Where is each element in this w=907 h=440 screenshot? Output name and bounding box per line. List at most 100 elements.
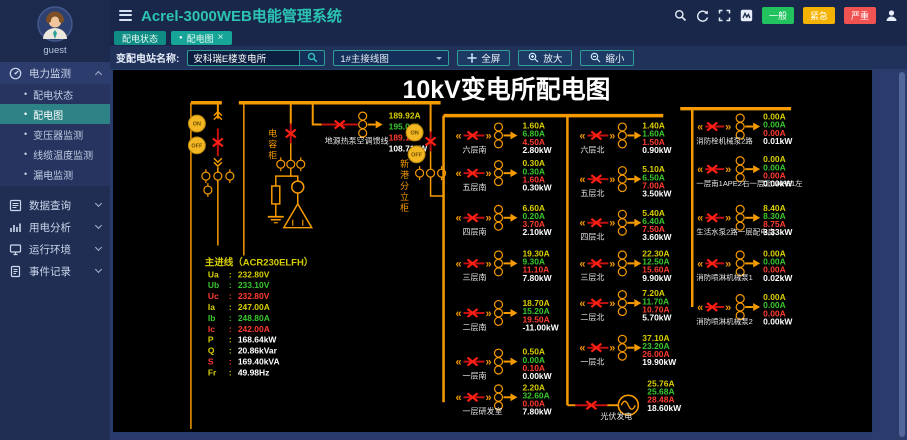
alarm-badge-critical[interactable]: 严重 <box>844 7 876 24</box>
svg-text:»: » <box>485 168 491 180</box>
svg-text:Uc: Uc <box>208 291 219 301</box>
sidebar-item-cable-temperature[interactable]: 线缆温度监测 <box>0 144 110 164</box>
sidebar-item-distribution-status[interactable]: 配电状态 <box>0 84 110 104</box>
svg-text::: : <box>229 302 232 312</box>
svg-text::: : <box>229 357 232 367</box>
svg-text:«: « <box>697 258 703 270</box>
svg-text:»: » <box>609 298 615 310</box>
collapsed-menu-groups: 数据查询 用电分析 运行环境 <box>0 194 110 282</box>
feeder-row: «»生活水泵2路一层配电房8.40A8.30A8.75A3.33kW <box>696 203 792 237</box>
notification-icon[interactable] <box>740 9 753 22</box>
fullscreen-button[interactable]: 全屏 <box>457 50 510 66</box>
content-column: Acrel-3000WEB电能管理系统 一般 紧急 严重 <box>110 0 907 440</box>
svg-text:OFF: OFF <box>191 143 203 149</box>
sidebar-item-data-query[interactable]: 数据查询 <box>0 194 110 216</box>
diagram-select[interactable]: 1#主接线图 <box>333 50 449 66</box>
tab-distribution-diagram[interactable]: ● 配电图 × <box>171 31 231 45</box>
sidebar-item-distribution-diagram[interactable]: 配电图 <box>0 104 110 124</box>
alarm-badge-urgent[interactable]: 紧急 <box>803 7 835 24</box>
svg-text::: : <box>229 335 232 345</box>
svg-text:0.01kW: 0.01kW <box>763 136 792 146</box>
feeder-row: «»一层南1APE2右一层北1APE1左0.00A0.00A0.00A0.00k… <box>696 154 803 188</box>
sidebar-item-transformer-monitor[interactable]: 变压器监测 <box>0 124 110 144</box>
hamburger-icon[interactable] <box>119 10 132 21</box>
user-icon[interactable] <box>885 9 898 22</box>
feeder-row: «»四层北5.40A6.40A7.50A3.60kW <box>579 208 671 242</box>
feeder-row: «»六层北1.40A1.60A1.50A0.90kW <box>579 121 671 155</box>
distribution-diagram[interactable]: 10kV变电所配电图ONOFF电容柜地源热泵空调馈线189.92A195.04A… <box>113 70 872 432</box>
svg-text:242.00A: 242.00A <box>238 324 270 334</box>
top-header: Acrel-3000WEB电能管理系统 一般 紧急 严重 <box>110 0 907 30</box>
fullscreen-icon[interactable] <box>718 9 731 22</box>
svg-text:-11.00kW: -11.00kW <box>522 322 558 332</box>
svg-text:五层北: 五层北 <box>580 189 604 198</box>
incoming-breaker: ON OFF <box>188 103 233 246</box>
expand-plus-icon <box>467 53 477 63</box>
svg-text:232.80V: 232.80V <box>238 269 270 279</box>
svg-text::: : <box>229 346 232 356</box>
sidebar-item-leakage-monitor[interactable]: 漏电监测 <box>0 164 110 184</box>
svg-text:»: » <box>725 164 731 176</box>
feeder-row: «»一层南0.50A0.00A0.10A0.00kW <box>455 347 551 381</box>
svg-text:«: « <box>579 258 585 270</box>
station-search-button[interactable] <box>299 50 325 66</box>
diagram-title: 10kV变电所配电图 <box>402 75 610 104</box>
svg-text:主进线（ACR230ELFH）: 主进线（ACR230ELFH） <box>205 256 313 268</box>
svg-text:0.90kW: 0.90kW <box>642 145 671 155</box>
station-name-label: 变配电站名称: <box>116 50 179 65</box>
sidebar-item-label: 数据查询 <box>29 198 71 213</box>
sidebar-item-event-log[interactable]: 事件记录 <box>0 260 110 282</box>
svg-text:Ub: Ub <box>208 280 219 290</box>
search-icon[interactable] <box>674 9 687 22</box>
svg-text:«: « <box>455 258 461 270</box>
svg-text:0.02kW: 0.02kW <box>763 273 792 283</box>
close-icon[interactable]: × <box>218 33 224 43</box>
svg-text:»: » <box>609 174 615 186</box>
feeder-row: «»四层南6.60A0.20A3.70A2.10kW <box>455 203 551 237</box>
svg-text:247.00A: 247.00A <box>238 302 270 312</box>
tab-distribution-status[interactable]: 配电状态 <box>114 31 166 45</box>
svg-text::: : <box>229 280 232 290</box>
svg-text:«: « <box>697 122 703 134</box>
svg-text:«: « <box>579 174 585 186</box>
active-dot-icon: ● <box>179 35 183 41</box>
svg-text:分: 分 <box>400 181 409 191</box>
chevron-up-icon <box>95 71 102 78</box>
svg-text:»: » <box>485 213 491 225</box>
zoom-in-button[interactable]: 放大 <box>518 50 572 66</box>
svg-text:六层南: 六层南 <box>463 144 487 154</box>
svg-text:233.10V: 233.10V <box>238 280 270 290</box>
refresh-icon[interactable] <box>696 9 709 22</box>
svg-text:柜: 柜 <box>268 149 277 160</box>
svg-text:立: 立 <box>400 191 409 202</box>
svg-text:Ia: Ia <box>208 302 215 312</box>
svg-text:»: » <box>485 258 491 270</box>
svg-text:49.98Hz: 49.98Hz <box>238 367 270 377</box>
scrollbar[interactable] <box>899 72 905 437</box>
svg-text:新: 新 <box>400 158 409 169</box>
svg-text:«: « <box>455 308 461 320</box>
chevron-down-icon <box>95 222 102 229</box>
diagram-select-value: 1#主接线图 <box>340 51 389 65</box>
capacitor-cabinet: 电容柜 <box>268 103 312 228</box>
svg-text:ON: ON <box>193 122 201 128</box>
svg-text:三层北: 三层北 <box>580 273 604 282</box>
svg-text:S: S <box>208 357 214 367</box>
alarm-badge-normal[interactable]: 一般 <box>762 7 794 24</box>
station-search-input[interactable] <box>187 50 299 66</box>
svg-text:«: « <box>579 298 585 310</box>
data-query-icon <box>9 199 22 212</box>
svg-text::: : <box>229 367 232 377</box>
sidebar-item-operating-environment[interactable]: 运行环境 <box>0 238 110 260</box>
svg-text:四层北: 四层北 <box>580 233 604 242</box>
sidebar-item-usage-analysis[interactable]: 用电分析 <box>0 216 110 238</box>
power-monitor-icon <box>9 67 22 80</box>
sidebar-item-power-monitor[interactable]: 电力监测 <box>0 62 110 84</box>
svg-text:»: » <box>725 213 731 225</box>
zoom-out-button[interactable]: 缩小 <box>580 50 634 66</box>
svg-text:»: » <box>725 258 731 270</box>
chevron-down-icon <box>95 266 102 273</box>
zoom-out-label: 缩小 <box>605 51 624 65</box>
svg-text:7.80kW: 7.80kW <box>522 407 551 417</box>
feeder-row: «»消防喷淋机械泵10.00A0.00A0.00A0.02kW <box>696 248 792 282</box>
